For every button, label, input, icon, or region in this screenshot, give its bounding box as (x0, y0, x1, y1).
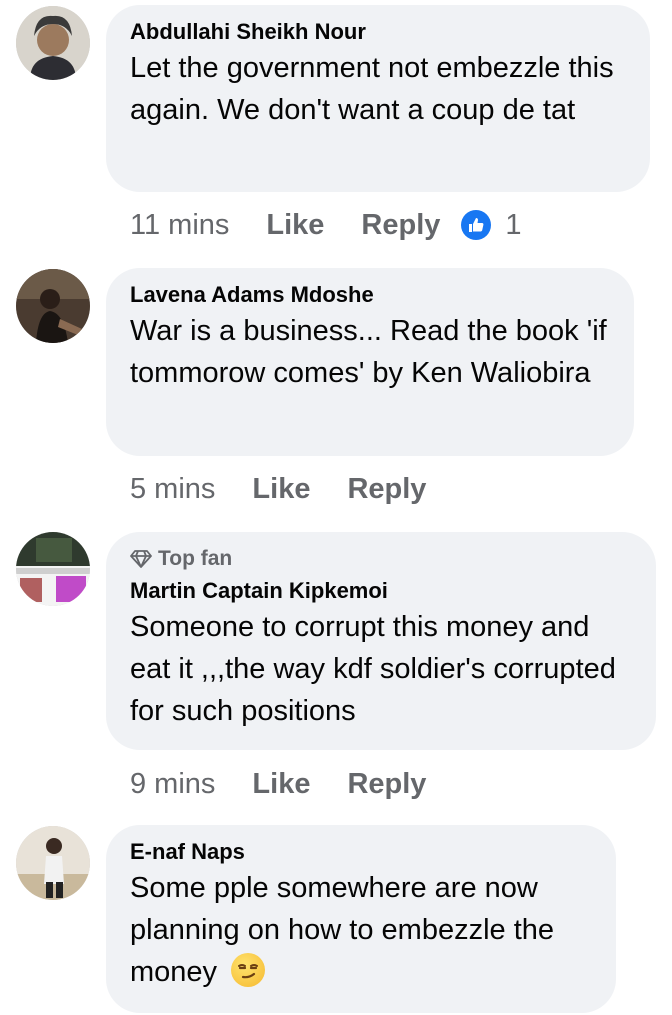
comment-bubble: Abdullahi Sheikh Nour Let the government… (106, 5, 650, 192)
reaction-count: 1 (505, 208, 522, 241)
comment-actions: 11 mins Like Reply 1 (130, 205, 522, 245)
comment-text: Some pple somewhere are now planning on … (130, 867, 592, 993)
comment-actions: 5 mins Like Reply (130, 469, 463, 509)
profile-photo-icon (16, 826, 90, 900)
comment-text: War is a business... Read the book 'if t… (130, 315, 607, 389)
comment-text: Let the government not embezzle this aga… (130, 52, 614, 126)
comment-time[interactable]: 5 mins (130, 473, 215, 506)
like-button[interactable]: Like (252, 473, 310, 506)
badge-label: Top fan (158, 547, 233, 570)
comment-text-content: Some pple somewhere are now planning on … (130, 872, 555, 988)
avatar[interactable] (16, 6, 90, 80)
comment-time[interactable]: 11 mins (130, 209, 229, 242)
comment-bubble: E-naf Naps Some pple somewhere are now p… (106, 825, 616, 1013)
comment-author[interactable]: Abdullahi Sheikh Nour (130, 19, 626, 45)
avatar[interactable] (16, 532, 90, 606)
reply-button[interactable]: Reply (347, 768, 426, 801)
like-button[interactable]: Like (266, 209, 324, 242)
comment-text: Someone to corrupt this money and eat it… (130, 611, 616, 727)
comment-bubble: Top fan Martin Captain Kipkemoi Someone … (106, 532, 656, 750)
reply-button[interactable]: Reply (361, 209, 440, 242)
diamond-icon (130, 550, 152, 568)
reaction-summary[interactable]: 1 (461, 208, 522, 242)
like-button[interactable]: Like (252, 768, 310, 801)
avatar[interactable] (16, 826, 90, 900)
comment-time[interactable]: 9 mins (130, 768, 215, 801)
thumbs-up-icon (461, 210, 492, 240)
comment-author[interactable]: Lavena Adams Mdoshe (130, 282, 610, 308)
comment-author[interactable]: E-naf Naps (130, 839, 592, 865)
top-fan-badge: Top fan (130, 546, 632, 572)
smirk-emoji-icon (231, 953, 266, 987)
comment-actions: 9 mins Like Reply (130, 764, 463, 804)
comment-bubble: Lavena Adams Mdoshe War is a business...… (106, 268, 634, 456)
profile-photo-icon (16, 269, 90, 343)
profile-photo-icon (16, 532, 90, 606)
comment-author[interactable]: Martin Captain Kipkemoi (130, 578, 632, 604)
reply-button[interactable]: Reply (347, 473, 426, 506)
profile-photo-icon (16, 6, 90, 80)
avatar[interactable] (16, 269, 90, 343)
